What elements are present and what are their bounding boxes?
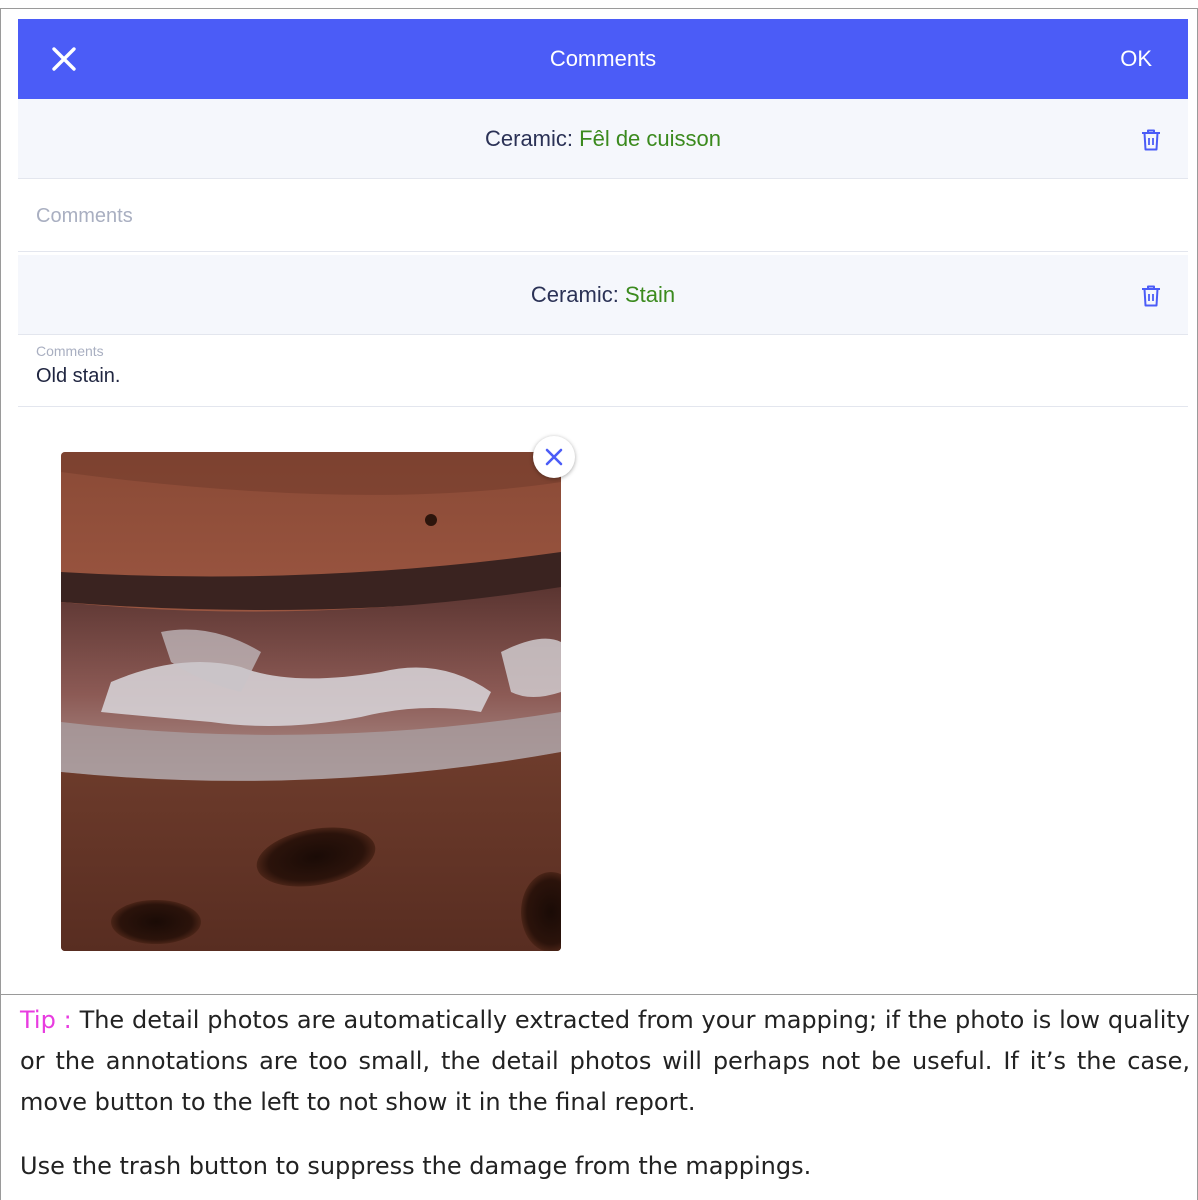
delete-damage-button[interactable] <box>1140 284 1162 308</box>
section-divider <box>0 994 1198 995</box>
damage-label: Ceramic: Stain <box>18 255 1188 335</box>
trash-icon <box>1142 129 1160 151</box>
damage-category: Ceramic: <box>485 126 574 151</box>
tip-text: The detail photos are automatically extr… <box>20 1006 1190 1116</box>
comment-value: Old stain. <box>36 365 121 387</box>
remove-photo-button[interactable] <box>533 436 575 478</box>
comment-field[interactable]: Comments Old stain. <box>18 335 1188 407</box>
close-icon <box>545 448 563 466</box>
dialog-title: Comments <box>549 46 657 71</box>
damage-header: Ceramic: Fêl de cuisson <box>18 99 1188 179</box>
damage-type: Fêl de cuisson <box>579 126 721 151</box>
damage-header: Ceramic: Stain <box>18 255 1188 335</box>
app-bar: Comments OK <box>18 19 1188 99</box>
damage-type: Stain <box>624 282 676 307</box>
detail-photo-container <box>61 436 575 951</box>
detail-photo-image <box>61 452 561 951</box>
trash-icon <box>1142 285 1160 307</box>
ok-button[interactable]: OK <box>1120 19 1152 99</box>
comment-label: Comments <box>36 343 104 359</box>
comment-field[interactable]: Comments <box>18 180 1188 252</box>
detail-photo <box>61 452 561 951</box>
tip-paragraph: Tip : The detail photos are automaticall… <box>20 1000 1190 1123</box>
damage-label: Ceramic: Fêl de cuisson <box>18 99 1188 179</box>
trash-tip-text: Use the trash button to suppress the dam… <box>20 1152 812 1180</box>
comments-dialog: Comments OK Ceramic: Fêl de cuisson Comm… <box>18 19 1188 994</box>
damage-category: Ceramic: <box>530 282 619 307</box>
delete-damage-button[interactable] <box>1140 128 1162 152</box>
tip-label: Tip : <box>20 1006 72 1034</box>
comment-placeholder: Comments <box>36 205 133 227</box>
